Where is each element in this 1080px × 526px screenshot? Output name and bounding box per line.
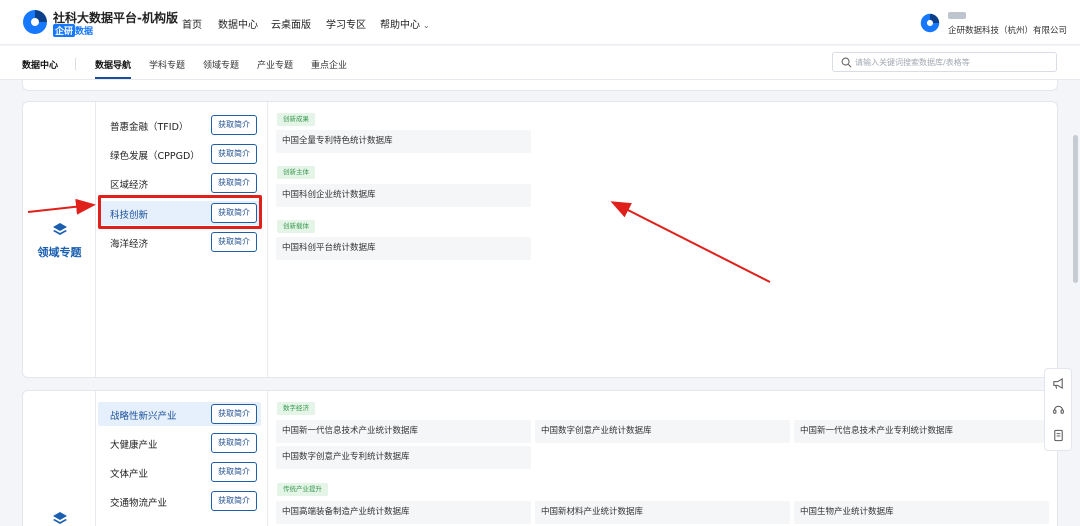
domain-card-sidebar: 领域专题 — [23, 102, 96, 377]
headset-icon[interactable] — [1052, 403, 1065, 416]
get-intro-button[interactable]: 获取简介 — [211, 144, 257, 164]
app-subtitle: 企研 数据 — [53, 24, 93, 37]
category-tag: 创新成果 — [277, 113, 315, 126]
domain-card-title: 领域专题 — [37, 246, 82, 259]
category-tag: 创新主体 — [277, 166, 315, 179]
category-tag: 创新载体 — [277, 220, 315, 233]
nav-help-center[interactable]: 帮助中心 ⌄ — [380, 16, 430, 31]
layers-icon — [53, 512, 67, 524]
tab-key-enterprises[interactable]: 重点企业 — [311, 58, 347, 71]
tab-subject-topics[interactable]: 学科专题 — [149, 58, 185, 71]
chevron-down-icon: ⌄ — [423, 21, 430, 30]
avatar[interactable] — [920, 13, 940, 33]
list-item-label: 绿色发展（CPPGD） — [110, 151, 200, 162]
list-item-label: 区域经济 — [110, 180, 149, 191]
list-item-label: 战略性新兴产业 — [110, 411, 177, 422]
user-company: 企研数据科技（杭州）有限公司 — [948, 26, 1068, 36]
industry-topics-card: 战略性新兴产业 获取简介 大健康产业 获取简介 文体产业 获取简介 交通物流产业… — [22, 390, 1058, 526]
domain-topics-card: 领域专题 普惠金融（TFID） 获取简介 绿色发展（CPPGD） 获取简介 区域… — [22, 101, 1058, 378]
category-tag: 数字经济 — [277, 402, 315, 415]
get-intro-button[interactable]: 获取简介 — [211, 404, 257, 424]
list-item-label: 交通物流产业 — [110, 498, 168, 509]
list-item-marine-economy[interactable]: 海洋经济 获取简介 — [98, 230, 261, 254]
page-scrollbar[interactable] — [1073, 135, 1078, 283]
get-intro-button[interactable]: 获取简介 — [211, 462, 257, 482]
search-icon[interactable] — [841, 57, 852, 68]
subnav-data-center[interactable]: 数据中心 — [22, 58, 58, 71]
database-link[interactable]: 中国数字创意产业专利统计数据库 — [276, 446, 531, 469]
list-item-health-industry[interactable]: 大健康产业 获取简介 — [98, 431, 261, 455]
previous-card-edge — [22, 80, 1058, 91]
industry-topic-list: 战略性新兴产业 获取简介 大健康产业 获取简介 文体产业 获取简介 交通物流产业… — [96, 391, 268, 526]
sub-navigation: 数据中心 数据导航 学科专题 领域专题 产业专题 重点企业 — [0, 46, 1080, 80]
nav-home[interactable]: 首页 — [182, 16, 202, 31]
database-link[interactable]: 中国新一代信息技术产业统计数据库 — [276, 420, 531, 443]
tab-domain-topics[interactable]: 领域专题 — [203, 58, 239, 71]
get-intro-button[interactable]: 获取简介 — [211, 232, 257, 252]
database-link[interactable]: 中国新材料产业统计数据库 — [535, 501, 790, 524]
list-item-culture-sports[interactable]: 文体产业 获取简介 — [98, 460, 261, 484]
database-link[interactable]: 中国新一代信息技术产业专利统计数据库 — [794, 420, 1049, 443]
nav-cloud-desktop[interactable]: 云桌面版 — [271, 16, 311, 31]
search-input[interactable] — [855, 55, 1050, 69]
document-icon[interactable] — [1052, 429, 1065, 442]
nav-data-center[interactable]: 数据中心 — [218, 16, 258, 31]
search-box[interactable] — [832, 52, 1057, 72]
database-link[interactable]: 中国科创平台统计数据库 — [276, 237, 531, 260]
list-item-label: 文体产业 — [110, 469, 149, 480]
category-tag: 传统产业提升 — [277, 483, 328, 496]
database-link[interactable]: 中国全量专利特色统计数据库 — [276, 130, 531, 153]
get-intro-button[interactable]: 获取简介 — [211, 491, 257, 511]
list-item-label: 大健康产业 — [110, 440, 158, 451]
nav-learning-zone[interactable]: 学习专区 — [326, 16, 366, 31]
list-item-green-development[interactable]: 绿色发展（CPPGD） 获取简介 — [98, 142, 261, 166]
active-tab-indicator — [95, 77, 131, 79]
user-name-redacted — [948, 12, 966, 19]
database-link[interactable]: 中国生物产业统计数据库 — [794, 501, 1049, 524]
tab-data-navigation[interactable]: 数据导航 — [95, 58, 131, 71]
logo-icon[interactable] — [22, 9, 48, 35]
layers-icon — [53, 223, 67, 235]
domain-topic-list: 普惠金融（TFID） 获取简介 绿色发展（CPPGD） 获取简介 区域经济 获取… — [96, 102, 268, 377]
get-intro-button[interactable]: 获取简介 — [211, 173, 257, 193]
industry-card-sidebar — [23, 391, 96, 526]
subnav-divider — [75, 58, 76, 70]
database-link[interactable]: 中国数字创意产业统计数据库 — [535, 420, 790, 443]
list-item-regional-economy[interactable]: 区域经济 获取简介 — [98, 171, 261, 195]
list-item-transport-logistics[interactable]: 交通物流产业 获取简介 — [98, 489, 261, 513]
get-intro-button[interactable]: 获取简介 — [211, 115, 257, 135]
list-item-label: 普惠金融（TFID） — [110, 122, 189, 133]
list-item-inclusive-finance[interactable]: 普惠金融（TFID） 获取简介 — [98, 113, 261, 137]
brand-suffix: 数据 — [75, 27, 94, 37]
floating-toolbar — [1044, 368, 1072, 451]
database-link[interactable]: 中国科创企业统计数据库 — [276, 184, 531, 207]
top-header: 社科大数据平台-机构版 企研 数据 首页 数据中心 云桌面版 学习专区 帮助中心 ⌄… — [0, 0, 1080, 45]
annotation-highlight-box — [98, 195, 262, 229]
nav-help-label: 帮助中心 — [380, 20, 420, 31]
tab-industry-topics[interactable]: 产业专题 — [257, 58, 293, 71]
megaphone-icon[interactable] — [1052, 377, 1065, 390]
brand-badge: 企研 — [53, 24, 76, 37]
list-item-strategic-emerging[interactable]: 战略性新兴产业 获取简介 — [98, 402, 261, 426]
list-item-label: 海洋经济 — [110, 239, 149, 250]
get-intro-button[interactable]: 获取简介 — [211, 433, 257, 453]
database-link[interactable]: 中国高端装备制造产业统计数据库 — [276, 501, 531, 524]
